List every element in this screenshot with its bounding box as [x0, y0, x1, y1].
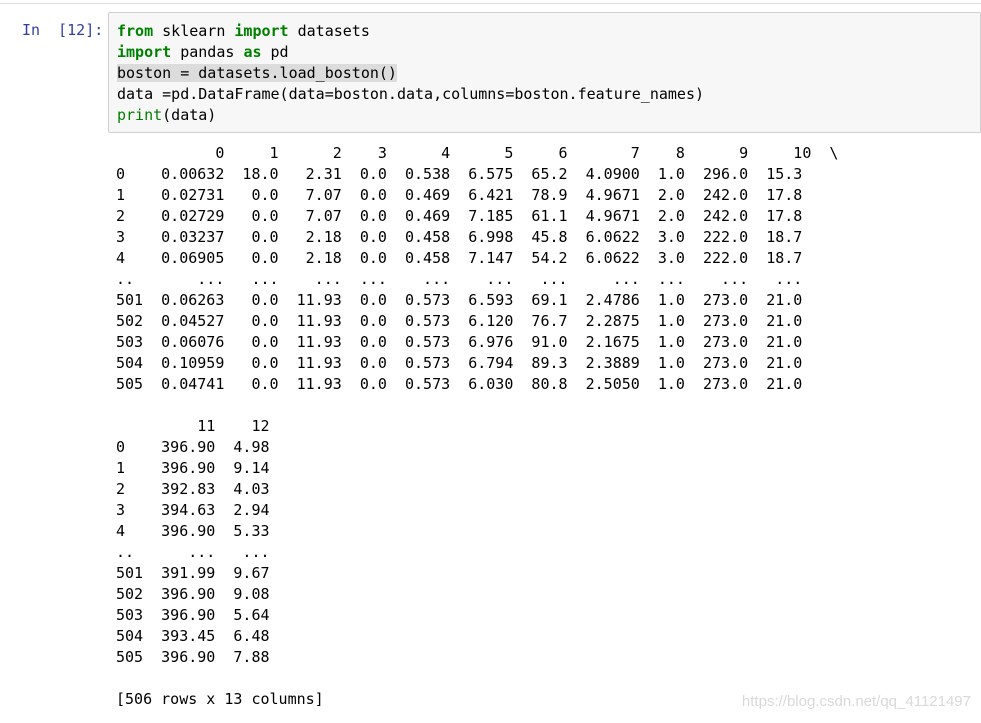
- output-line: 505 396.90 7.88: [116, 648, 270, 666]
- output-line: 3 394.63 2.94: [116, 501, 270, 519]
- output-line: 504 0.10959 0.0 11.93 0.0 0.573 6.794 89…: [116, 354, 803, 372]
- output-line: 502 396.90 9.08: [116, 585, 270, 603]
- code-editor[interactable]: from sklearn import datasets import panda…: [117, 21, 704, 126]
- output-line: 505 0.04741 0.0 11.93 0.0 0.573 6.030 80…: [116, 375, 803, 393]
- code-token: (data): [162, 106, 217, 124]
- code-token: datasets: [288, 22, 370, 40]
- output-line: 4 0.06905 0.0 2.18 0.0 0.458 7.147 54.2 …: [116, 249, 803, 267]
- keyword-token: as: [243, 43, 262, 61]
- code-line: data =pd.DataFrame(data=boston.data,colu…: [117, 84, 704, 105]
- output-line: .. ... ... ... ... ... ... ... ... ... .…: [116, 270, 803, 288]
- output-line: 0 396.90 4.98: [116, 438, 270, 456]
- keyword-token: from: [117, 22, 154, 40]
- code-token: data =pd.DataFrame(data=boston.data,colu…: [117, 85, 704, 103]
- output-line: 2 392.83 4.03: [116, 480, 270, 498]
- output-line: 501 0.06263 0.0 11.93 0.0 0.573 6.593 69…: [116, 291, 803, 309]
- code-line: boston = datasets.load_boston(): [117, 63, 704, 84]
- code-token: sklearn: [153, 22, 235, 40]
- output-line: 502 0.04527 0.0 11.93 0.0 0.573 6.120 76…: [116, 312, 803, 330]
- output-line: 11 12: [116, 417, 270, 435]
- code-line: from sklearn import datasets: [117, 21, 704, 42]
- output-line: 503 0.06076 0.0 11.93 0.0 0.573 6.976 91…: [116, 333, 803, 351]
- code-line: print(data): [117, 105, 704, 126]
- output-line: 501 391.99 9.67: [116, 564, 270, 582]
- output-line: 2 0.02729 0.0 7.07 0.0 0.469 7.185 61.1 …: [116, 207, 803, 225]
- output-line: 1 396.90 9.14: [116, 459, 270, 477]
- highlighted-token: boston = datasets.load_boston(): [117, 64, 397, 82]
- output-line: 503 396.90 5.64: [116, 606, 270, 624]
- cell-output: 0 1 2 3 4 5 6 7 8 9 10 \ 0 0.00632 18.0 2…: [116, 143, 838, 710]
- code-line: import pandas as pd: [117, 42, 704, 63]
- output-line: [506 rows x 13 columns]: [116, 690, 324, 708]
- output-line: 1 0.02731 0.0 7.07 0.0 0.469 6.421 78.9 …: [116, 186, 803, 204]
- output-line: 504 393.45 6.48: [116, 627, 270, 645]
- top-divider: [0, 3, 981, 4]
- watermark: https://blog.csdn.net/qq_41121497: [741, 693, 971, 710]
- code-token: pd: [261, 43, 289, 61]
- code-cell[interactable]: from sklearn import datasets import panda…: [108, 12, 981, 133]
- output-line: 3 0.03237 0.0 2.18 0.0 0.458 6.998 45.8 …: [116, 228, 803, 246]
- input-prompt: In [12]:: [22, 21, 104, 39]
- keyword-token: import: [117, 43, 172, 61]
- code-token: pandas: [171, 43, 244, 61]
- output-line: 4 396.90 5.33: [116, 522, 270, 540]
- output-line: 0 0.00632 18.0 2.31 0.0 0.538 6.575 65.2…: [116, 165, 803, 183]
- builtin-token: print: [117, 106, 163, 124]
- output-line: 0 1 2 3 4 5 6 7 8 9 10 \: [116, 144, 839, 162]
- keyword-token: import: [234, 22, 289, 40]
- output-line: .. ... ...: [116, 543, 270, 561]
